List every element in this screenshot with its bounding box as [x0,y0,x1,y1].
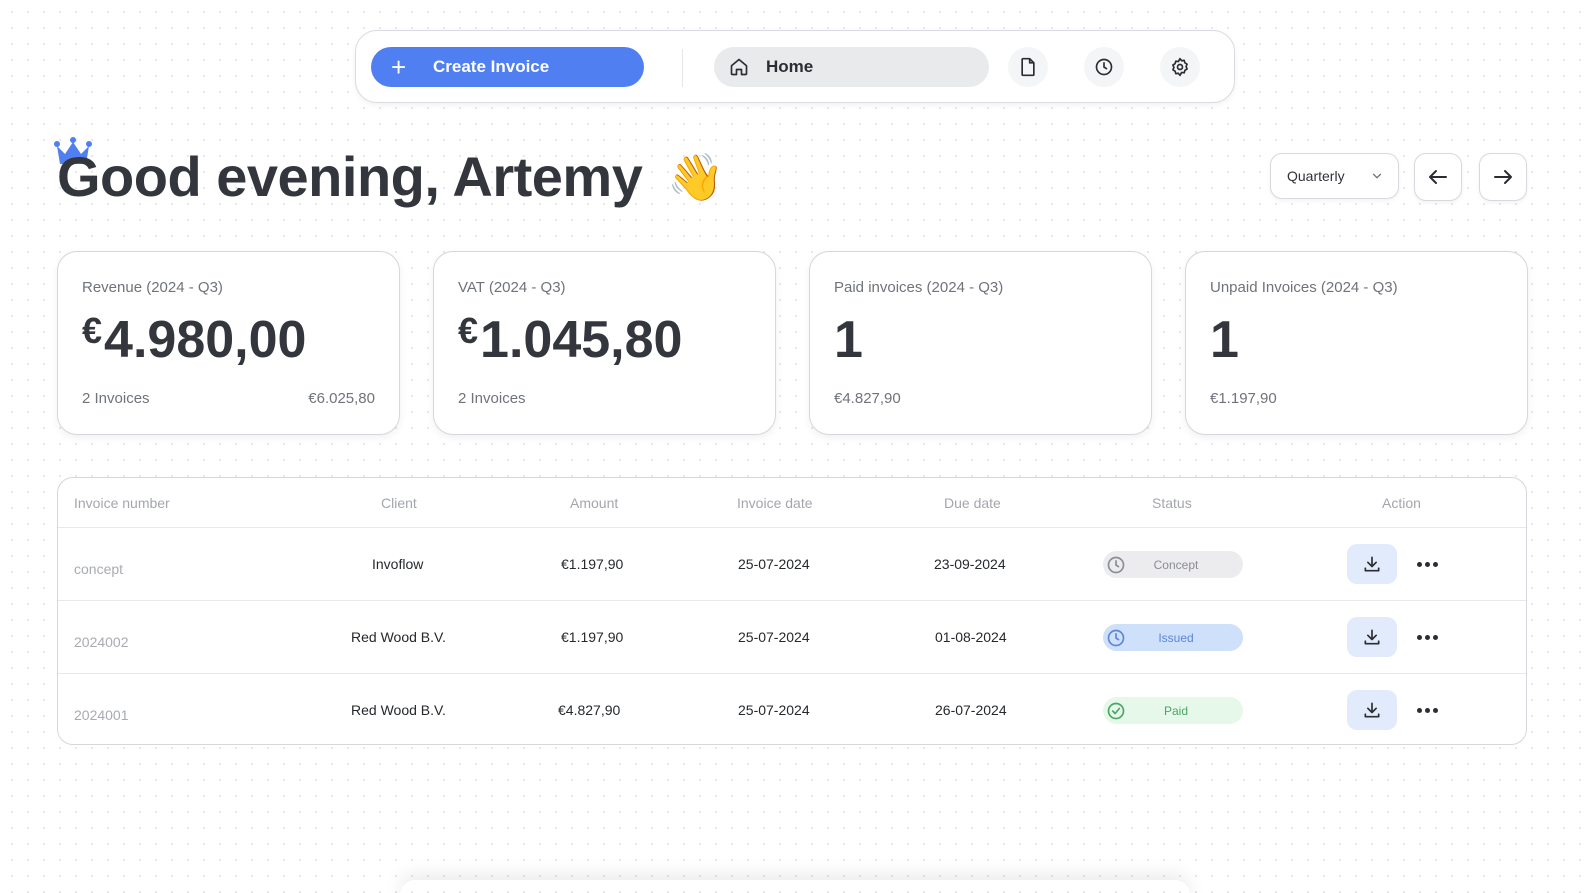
header-invoice-number: Invoice number [74,495,170,511]
invoice-number: 2024001 [74,707,129,723]
status-badge: Concept [1103,551,1243,578]
top-navigation: + Create Invoice Home [355,30,1235,103]
more-options-button[interactable] [1414,554,1440,574]
clock-icon [1095,58,1113,76]
due-date: 23-09-2024 [934,556,1006,572]
card-invoice-count: 2 Invoices [458,390,526,407]
download-button[interactable] [1347,690,1397,730]
card-amount: 1 [1210,311,1239,369]
status-label: Issued [1158,630,1194,645]
more-options-button[interactable] [1414,700,1440,720]
plus-icon: + [391,52,407,82]
revenue-card: Revenue (2024 - Q3) €4.980,00 2 Invoices… [57,251,400,435]
chevron-down-icon [1372,173,1382,179]
invoice-date: 25-07-2024 [738,556,810,572]
table-row[interactable]: concept Invoflow €1.197,90 25-07-2024 23… [58,527,1526,600]
card-title: VAT (2024 - Q3) [458,279,566,296]
card-amount: 4.980,00 [104,311,307,369]
header-status: Status [1152,495,1192,511]
download-icon [1364,629,1380,645]
nav-history-button[interactable] [1084,47,1124,87]
more-options-button[interactable] [1414,627,1440,647]
due-date: 01-08-2024 [935,629,1007,645]
next-period-button[interactable] [1479,153,1527,201]
invoice-number: concept [74,561,124,577]
invoice-table: Invoice number Client Amount Invoice dat… [57,477,1527,745]
invoice-amount: €4.827,90 [558,702,621,718]
status-badge: Issued [1103,624,1243,651]
invoice-number: 2024002 [74,634,129,650]
home-icon [730,58,748,76]
card-value: €1.045,80 [458,310,682,370]
card-invoice-count: 2 Invoices [82,390,150,407]
period-select-value: Quarterly [1287,168,1345,184]
nav-settings-button[interactable] [1160,47,1200,87]
card-amount: 1 [834,311,863,369]
currency-symbol: € [458,310,479,351]
currency-symbol: € [82,310,103,351]
download-button[interactable] [1347,544,1397,584]
header-due-date: Due date [944,495,1001,511]
header-client: Client [381,495,417,511]
arrow-right-icon [1494,170,1512,184]
status-badge: Paid [1103,697,1243,724]
download-icon [1364,702,1380,718]
invoice-date: 25-07-2024 [738,702,810,718]
paid-invoices-card: Paid invoices (2024 - Q3) 1 €4.827,90 [809,251,1152,435]
gear-icon [1172,57,1188,77]
download-button[interactable] [1347,617,1397,657]
card-title: Unpaid Invoices (2024 - Q3) [1210,279,1398,296]
nav-documents-button[interactable] [1008,47,1048,87]
arrow-left-icon [1429,170,1447,184]
card-value: 1 [1210,310,1239,370]
waving-hand-icon: 👋 [667,151,725,203]
bottom-panel-edge [400,880,1190,893]
status-label: Paid [1163,703,1189,718]
unpaid-invoices-card: Unpaid Invoices (2024 - Q3) 1 €1.197,90 [1185,251,1528,435]
card-total: €1.197,90 [1210,390,1277,407]
card-total: €6.025,80 [308,390,375,407]
table-row[interactable]: 2024001 Red Wood B.V. €4.827,90 25-07-20… [58,673,1526,744]
invoice-amount: €1.197,90 [561,629,624,645]
invoice-amount: €1.197,90 [561,556,624,572]
nav-home-button[interactable]: Home [714,47,989,87]
download-icon [1364,556,1380,572]
create-invoice-label: Create Invoice [433,57,550,76]
status-label: Concept [1153,557,1199,572]
nav-divider [682,49,683,87]
document-icon [1021,57,1035,77]
due-date: 26-07-2024 [935,702,1007,718]
vat-card: VAT (2024 - Q3) €1.045,80 2 Invoices [433,251,776,435]
card-title: Paid invoices (2024 - Q3) [834,279,1004,296]
header-invoice-date: Invoice date [737,495,813,511]
table-row[interactable]: 2024002 Red Wood B.V. €1.197,90 25-07-20… [58,600,1526,673]
client-name: Red Wood B.V. [351,629,446,645]
greeting-heading: Good evening, Artemy [57,145,643,208]
nav-home-label: Home [766,57,814,76]
client-name: Red Wood B.V. [351,702,446,718]
card-value: 1 [834,310,863,370]
period-select[interactable]: Quarterly [1270,153,1399,199]
card-total: €4.827,90 [834,390,901,407]
client-name: Invoflow [372,556,424,572]
previous-period-button[interactable] [1414,153,1462,201]
create-invoice-button[interactable]: + Create Invoice [371,47,644,87]
header-action: Action [1382,495,1421,511]
card-title: Revenue (2024 - Q3) [82,279,223,296]
card-amount: 1.045,80 [480,311,683,369]
card-value: €4.980,00 [82,310,306,370]
header-amount: Amount [570,495,619,511]
invoice-date: 25-07-2024 [738,629,810,645]
